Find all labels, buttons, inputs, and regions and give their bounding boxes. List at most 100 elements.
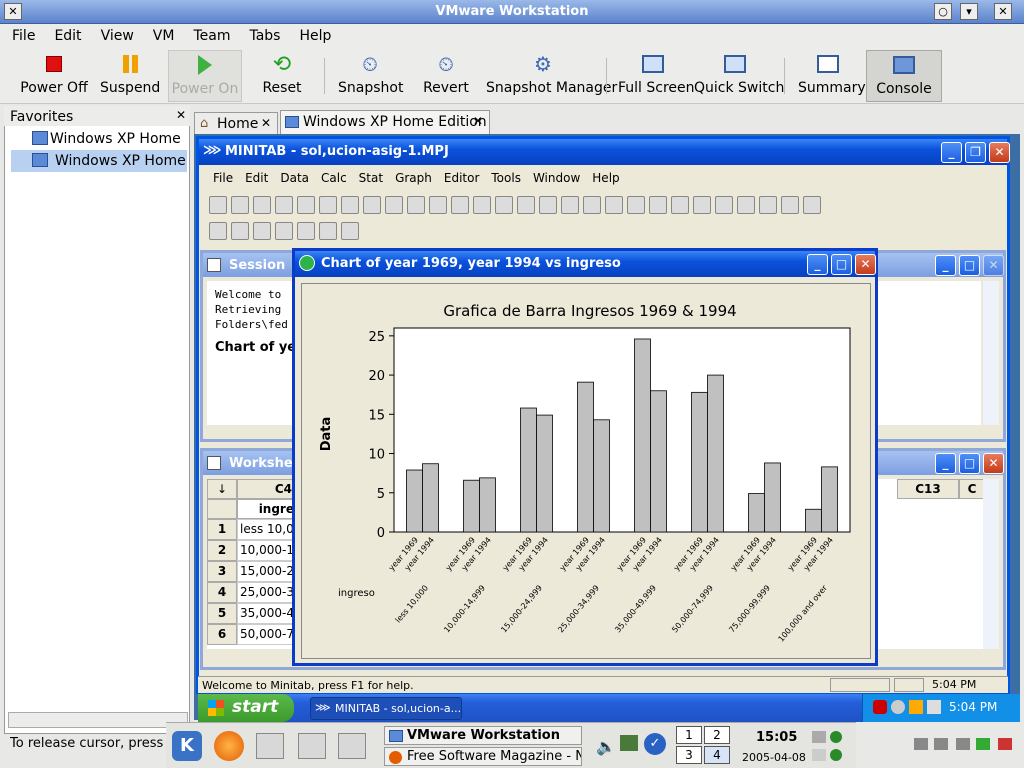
minimize-icon[interactable]: _ [807,254,828,275]
table-cell[interactable]: 10,000-14 [237,540,297,561]
menu-edit[interactable]: Edit [239,171,274,185]
close-icon[interactable]: ✕ [983,255,1004,276]
close-tab-icon[interactable]: ✕ [473,114,483,128]
quick-switch-button[interactable]: Quick Switch [694,50,784,102]
menu-window[interactable]: Window [527,171,586,185]
session-window-icon[interactable] [561,196,579,214]
column-header[interactable]: C4 [237,479,297,499]
row-number[interactable]: 2 [207,540,237,561]
revert-button[interactable]: ⏲ Revert [418,50,474,102]
taskbar-button-minitab[interactable]: ⋙ MINITAB - sol,ucion-a... [310,697,462,720]
horizontal-scrollbar[interactable] [8,712,188,728]
menu-vm[interactable]: VM [141,24,182,44]
power-on-button[interactable]: Power On [168,50,242,102]
edit-last-dialog-icon[interactable] [385,196,403,214]
redo-icon[interactable] [363,196,381,214]
delete-graph-icon[interactable] [803,196,821,214]
close-icon[interactable]: ✕ [989,142,1010,163]
row-number[interactable]: 4 [207,582,237,603]
maximize-icon[interactable]: □ [959,255,980,276]
menu-graph[interactable]: Graph [389,171,438,185]
cancel-icon[interactable] [495,196,513,214]
report-icon[interactable] [671,196,689,214]
chart-area[interactable]: Grafica de Barra Ingresos 1969 & 1994 Da… [301,283,871,659]
row-number[interactable]: 1 [207,519,237,540]
history-icon[interactable] [649,196,667,214]
menu-help[interactable]: Help [586,171,625,185]
close-window-icon[interactable]: ✕ [994,3,1012,20]
launcher-icon[interactable] [338,733,366,759]
full-screen-button[interactable]: Full Screen [618,50,695,102]
minimize-icon[interactable]: _ [941,142,962,163]
vertical-scrollbar[interactable] [983,479,999,649]
print-icon[interactable] [253,196,271,214]
paste-icon[interactable] [319,196,337,214]
close-icon[interactable]: ✕ [855,254,876,275]
eraser-icon[interactable] [341,222,359,240]
check-icon[interactable]: ✓ [644,733,666,755]
vertical-scrollbar[interactable] [983,281,999,425]
down-icon[interactable] [429,196,447,214]
tab-home[interactable]: ⌂ Home ✕ [194,112,278,136]
grid-icon[interactable] [781,196,799,214]
minimize-icon[interactable]: ○ [934,3,952,20]
save-icon[interactable] [231,196,249,214]
snapshot-button[interactable]: ⏲ Snapshot [338,50,403,102]
menu-tools[interactable]: Tools [485,171,527,185]
menu-tabs[interactable]: Tabs [237,24,287,44]
column-header[interactable]: C [959,479,985,499]
row-number[interactable]: 3 [207,561,237,582]
tab-vm[interactable]: Windows XP Home Edition ✕ [280,110,490,134]
menu-file[interactable]: File [207,171,239,185]
edit-graph-icon[interactable] [319,222,337,240]
open-icon[interactable] [209,196,227,214]
copy-icon[interactable] [297,196,315,214]
brush-icon[interactable] [209,222,227,240]
row-number[interactable]: 6 [207,624,237,645]
menu-team[interactable]: Team [181,24,237,44]
column-header[interactable]: C13 [897,479,959,499]
summary-button[interactable]: Summary [798,50,866,102]
tray-icon[interactable] [620,735,638,751]
console-button[interactable]: Console [866,50,942,102]
favorite-item-selected[interactable]: Windows XP Home Edition [11,150,187,172]
close-icon[interactable]: ✕ [176,108,186,122]
cut-icon[interactable] [275,196,293,214]
table-icon[interactable] [759,196,777,214]
sort-arrow-icon[interactable]: ↓ [207,479,237,499]
maximize-icon[interactable]: □ [831,254,852,275]
stack-icon[interactable] [539,196,557,214]
tray-icon[interactable] [909,700,923,714]
brush-icon[interactable] [275,222,293,240]
project-manager-icon[interactable] [693,196,711,214]
replace-icon[interactable] [473,196,491,214]
close-tab-icon[interactable]: ✕ [261,116,271,130]
table-cell[interactable]: less 10,00 [237,519,297,540]
menu-view[interactable]: View [89,24,141,44]
close-icon[interactable]: ✕ [983,453,1004,474]
table-cell[interactable]: 35,000-49 [237,603,297,624]
tray-icon[interactable] [956,738,970,750]
menu-help[interactable]: Help [287,24,338,44]
power-off-button[interactable]: Power Off [18,50,90,102]
launcher-icon[interactable] [256,733,284,759]
volume-icon[interactable]: 🔈 [596,737,616,756]
find-icon[interactable] [451,196,469,214]
graph-window-icon[interactable] [605,196,623,214]
pager-desktop-2[interactable]: 2 [704,726,730,744]
brush-icon[interactable] [231,222,249,240]
tray-icon[interactable] [830,731,842,743]
suspend-button[interactable]: Suspend [100,50,160,102]
menu-calc[interactable]: Calc [315,171,353,185]
tray-icon[interactable] [976,738,990,750]
info-icon[interactable] [627,196,645,214]
kde-menu-icon[interactable]: K [172,731,202,761]
pager-desktop-1[interactable]: 1 [676,726,702,744]
maximize-icon[interactable]: ▾ [960,3,978,20]
undo-icon[interactable] [341,196,359,214]
row-number[interactable]: 5 [207,603,237,624]
table-cell[interactable]: 25,000-34 [237,582,297,603]
menu-data[interactable]: Data [274,171,315,185]
taskbar-button-vmware[interactable]: VMware Workstation [384,726,582,745]
tray-icon[interactable] [998,738,1012,750]
